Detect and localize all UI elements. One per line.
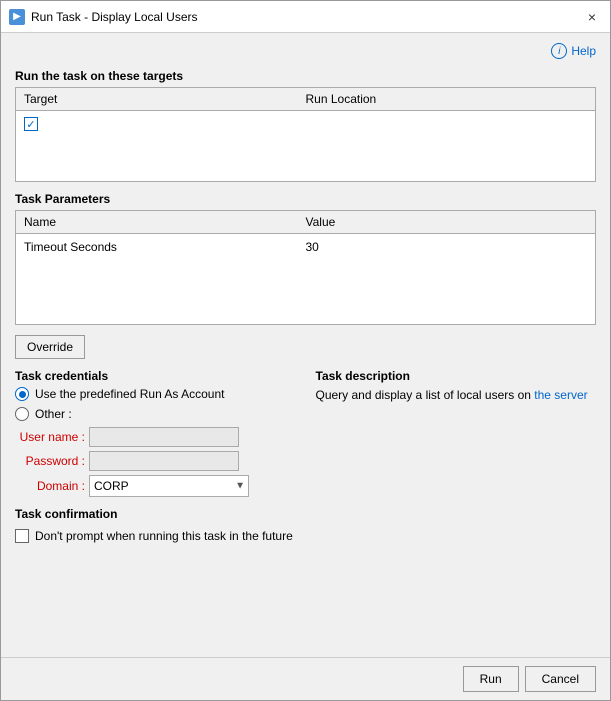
task-description-text: Query and display a list of local users … [316,387,597,404]
two-col-section: Task credentials Use the predefined Run … [15,369,596,497]
help-label: Help [571,44,596,58]
domain-row: Domain : CORP ▼ [15,475,296,497]
params-table: Name Value Timeout Seconds 30 [15,210,596,325]
task-desc-text1: Query and display a list of local users … [316,388,531,402]
targets-section: Run the task on these targets Target Run… [15,69,596,182]
task-description-section: Task description Query and display a lis… [316,369,597,497]
table-row [24,115,587,133]
run-location-col-header: Run Location [306,92,588,106]
param-name-cell: Timeout Seconds [24,240,306,254]
confirmation-label: Task confirmation [15,507,596,521]
credentials-section: Task credentials Use the predefined Run … [15,369,296,497]
run-location-cell [306,117,588,131]
confirmation-section: Task confirmation Don't prompt when runn… [15,507,596,543]
title-bar: ▶ Run Task - Display Local Users × [1,1,610,33]
params-section: Task Parameters Name Value Timeout Secon… [15,192,596,325]
username-label: User name : [15,430,85,444]
run-button[interactable]: Run [463,666,519,692]
override-button[interactable]: Override [15,335,85,359]
value-col-header: Value [306,215,588,229]
task-description-label: Task description [316,369,597,383]
confirmation-row: Don't prompt when running this task in t… [15,529,596,543]
other-radio-label: Other : [35,407,72,421]
form-fields: User name : Password : Domain : CORP [15,427,296,497]
username-input[interactable] [89,427,239,447]
help-link[interactable]: i Help [551,43,596,59]
target-checkbox-cell [24,117,306,131]
close-button[interactable]: × [582,7,602,27]
footer-buttons: Run Cancel [1,657,610,700]
confirmation-checkbox[interactable] [15,529,29,543]
predefined-radio[interactable] [15,387,29,401]
targets-table-body [16,111,595,181]
window-title: Run Task - Display Local Users [31,10,582,24]
username-row: User name : [15,427,296,447]
domain-select[interactable]: CORP [89,475,249,497]
content-area: i Help Run the task on these targets Tar… [1,33,610,657]
predefined-radio-label: Use the predefined Run As Account [35,387,224,401]
params-table-header: Name Value [16,211,595,234]
name-col-header: Name [24,215,306,229]
other-radio-row[interactable]: Other : [15,407,296,421]
main-window: ▶ Run Task - Display Local Users × i Hel… [0,0,611,701]
predefined-radio-row[interactable]: Use the predefined Run As Account [15,387,296,401]
confirmation-checkbox-label: Don't prompt when running this task in t… [35,529,293,543]
window-icon: ▶ [9,9,25,25]
param-value-cell: 30 [306,240,588,254]
password-row: Password : [15,451,296,471]
domain-select-wrapper: CORP ▼ [89,475,249,497]
table-row: Timeout Seconds 30 [24,238,587,256]
targets-table-header: Target Run Location [16,88,595,111]
other-radio[interactable] [15,407,29,421]
targets-section-label: Run the task on these targets [15,69,596,83]
password-input[interactable] [89,451,239,471]
targets-table: Target Run Location [15,87,596,182]
target-checkbox[interactable] [24,117,38,131]
params-table-body: Timeout Seconds 30 [16,234,595,324]
task-desc-text2: the server [531,388,588,402]
override-section: Override [15,335,596,359]
cancel-button[interactable]: Cancel [525,666,596,692]
params-section-label: Task Parameters [15,192,596,206]
password-label: Password : [15,454,85,468]
radio-group: Use the predefined Run As Account Other … [15,387,296,421]
domain-label: Domain : [15,479,85,493]
credentials-label: Task credentials [15,369,296,383]
target-col-header: Target [24,92,306,106]
help-icon: i [551,43,567,59]
help-row: i Help [15,43,596,59]
